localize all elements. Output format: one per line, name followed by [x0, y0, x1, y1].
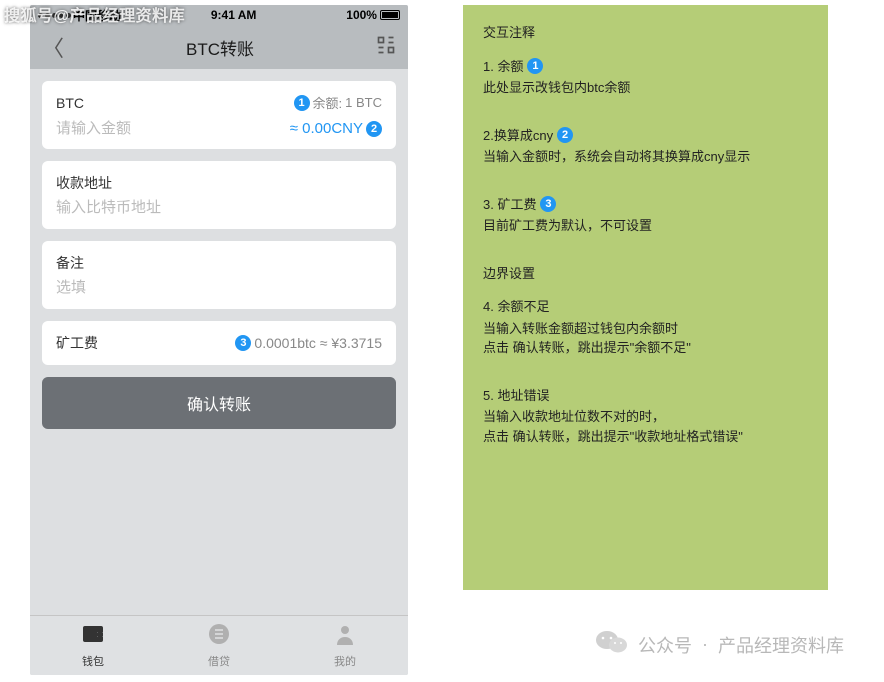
annotations-header: 交互注释	[483, 23, 808, 43]
note3-badge-icon: 3	[540, 196, 556, 212]
loan-icon	[208, 623, 230, 651]
phone-mockup: 中国移动 9:41 AM 100% 〈 BTC转账 BTC	[30, 5, 408, 675]
address-card: 收款地址	[42, 161, 396, 229]
tab-mine[interactable]: 我的	[282, 616, 408, 675]
tab-mine-label: 我的	[334, 653, 356, 669]
note4-title: 4. 余额不足	[483, 297, 549, 317]
status-time: 9:41 AM	[211, 8, 257, 22]
battery-percent: 100%	[346, 8, 377, 22]
confirm-button[interactable]: 确认转账	[42, 377, 396, 429]
tab-loan-label: 借贷	[208, 653, 230, 669]
note3-title: 3. 矿工费	[483, 195, 536, 215]
note5-body1: 当输入收款地址位数不对的时，	[483, 407, 808, 427]
balance-label: 余额:	[313, 93, 343, 112]
address-input[interactable]	[56, 199, 382, 216]
tab-loan[interactable]: 借贷	[156, 616, 282, 675]
back-icon[interactable]: 〈	[42, 31, 64, 63]
fee-label: 矿工费	[56, 333, 98, 353]
note1-badge-icon: 1	[527, 58, 543, 74]
note5-title: 5. 地址错误	[483, 386, 549, 406]
note4-body2: 点击 确认转账，跳出提示"余额不足"	[483, 338, 808, 358]
note4-body1: 当输入转账金额超过钱包内余额时	[483, 319, 808, 339]
note5-body2: 点击 确认转账，跳出提示"收款地址格式错误"	[483, 427, 808, 447]
tab-bar: 钱包 借贷 我的	[30, 615, 408, 675]
section2-header: 边界设置	[483, 264, 808, 284]
person-icon	[334, 623, 356, 651]
amount-input[interactable]	[56, 120, 290, 137]
tab-wallet-label: 钱包	[82, 653, 104, 669]
footer-label: 公众号	[638, 632, 692, 658]
note1-body: 此处显示改钱包内btc余额	[483, 78, 808, 98]
currency-label: BTC	[56, 95, 84, 111]
remark-title: 备注	[56, 253, 382, 273]
footer-name: 产品经理资料库	[718, 632, 844, 658]
note3-body: 目前矿工费为默认，不可设置	[483, 216, 808, 236]
battery-icon	[380, 10, 400, 20]
footer-dot: ·	[702, 634, 708, 655]
note2-badge-icon: 2	[557, 127, 573, 143]
fee-card: 矿工费 3 0.0001btc ≈ ¥3.3715	[42, 321, 396, 365]
fee-value-text: 0.0001btc ≈ ¥3.3715	[254, 335, 382, 351]
badge-2-icon: 2	[366, 121, 382, 137]
address-title: 收款地址	[56, 173, 382, 193]
balance-value: 1 BTC	[345, 95, 382, 110]
note2-title: 2.换算成cny	[483, 126, 553, 146]
wallet-icon	[81, 623, 105, 651]
cny-approx-value: ≈ 0.00CNY	[290, 120, 363, 137]
nav-bar: 〈 BTC转账	[30, 25, 408, 69]
annotations-panel: 交互注释 1. 余额 1 此处显示改钱包内btc余额 2.换算成cny 2 当输…	[463, 5, 828, 590]
tab-wallet[interactable]: 钱包	[30, 616, 156, 675]
wechat-icon	[596, 629, 628, 660]
note1-title: 1. 余额	[483, 57, 523, 77]
remark-input[interactable]	[56, 279, 382, 296]
remark-card: 备注	[42, 241, 396, 309]
watermark-text: 搜狐号@产品经理资料库	[4, 2, 185, 26]
footer-brand: 公众号 · 产品经理资料库	[596, 629, 844, 660]
badge-1-icon: 1	[294, 95, 310, 111]
badge-3-icon: 3	[235, 335, 251, 351]
scan-icon[interactable]	[376, 35, 396, 60]
amount-card: BTC 1 余额: 1 BTC ≈ 0.00CNY 2	[42, 81, 396, 149]
page-title: BTC转账	[186, 35, 254, 60]
note2-body: 当输入金额时，系统会自动将其换算成cny显示	[483, 147, 808, 167]
